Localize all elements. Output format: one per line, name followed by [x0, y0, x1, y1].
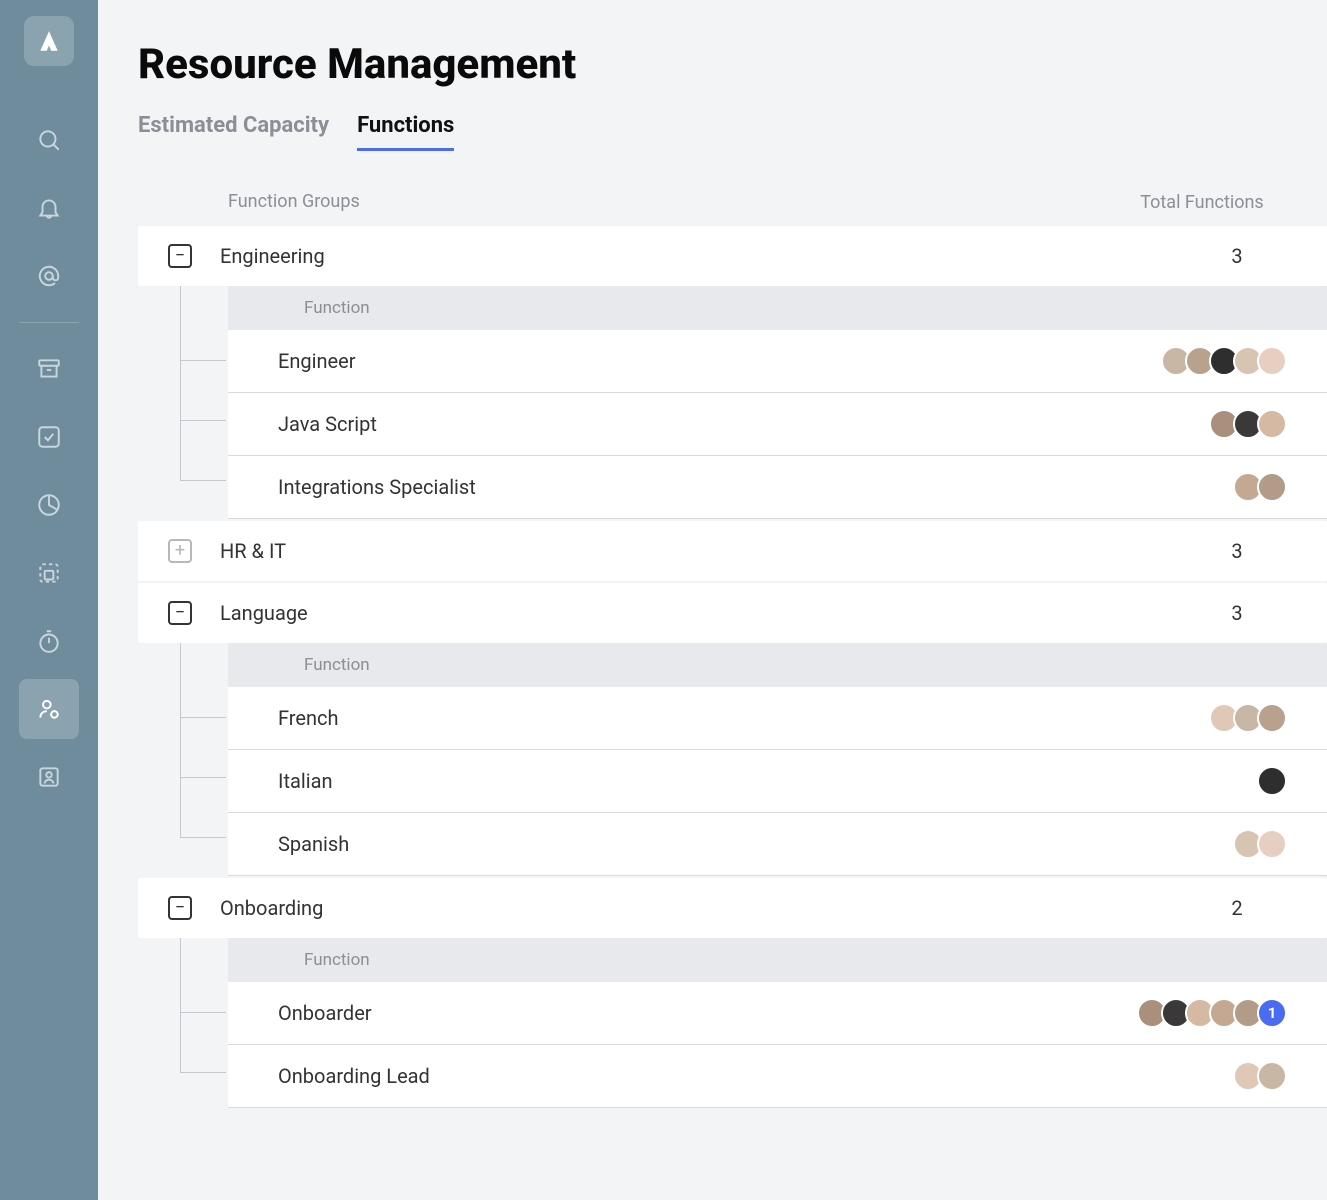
collapse-icon[interactable]: −: [168, 244, 192, 268]
sub-content: Function French Italian Spanish: [228, 643, 1327, 876]
archive-icon[interactable]: [19, 339, 79, 399]
function-name: Onboarder: [278, 1001, 1143, 1025]
function-row[interactable]: Integrations Specialist: [228, 456, 1327, 519]
tab-functions[interactable]: Functions: [357, 113, 454, 151]
tree-lines: [138, 938, 228, 1108]
group-row[interactable]: − Language 3: [138, 583, 1327, 643]
avatar-stack: [1239, 1061, 1287, 1091]
function-row[interactable]: Onboarding Lead: [228, 1045, 1327, 1108]
nav-divider: [19, 322, 79, 323]
avatar-stack: [1263, 766, 1287, 796]
page-title: Resource Management: [138, 40, 1327, 89]
avatar[interactable]: [1257, 409, 1287, 439]
avatar[interactable]: [1257, 1061, 1287, 1091]
sub-header: Function: [228, 938, 1327, 982]
group-name: Onboarding: [220, 896, 1187, 920]
sub-content: Function Onboarder 1 Onboarding Lead: [228, 938, 1327, 1108]
avatar[interactable]: [1257, 766, 1287, 796]
sub-area: Function French Italian Spanish: [138, 643, 1327, 876]
tree-lines: [138, 286, 228, 519]
function-row[interactable]: French: [228, 687, 1327, 750]
main-content: Resource Management Estimated Capacity F…: [98, 0, 1327, 1200]
avatar-stack: [1167, 346, 1287, 376]
tree-lines: [138, 643, 228, 876]
function-name: Italian: [278, 769, 1263, 793]
group-count: 3: [1187, 539, 1287, 563]
sub-area: Function Onboarder 1 Onboarding Lead: [138, 938, 1327, 1108]
table-header: Function Groups Total Functions: [138, 191, 1327, 224]
table-area: Function Groups Total Functions − Engine…: [138, 191, 1327, 1108]
col-header-groups: Function Groups: [228, 191, 1117, 214]
stopwatch-icon[interactable]: [19, 611, 79, 671]
group-row[interactable]: + HR & IT 3: [138, 521, 1327, 581]
group-name: Language: [220, 601, 1187, 625]
avatar-stack: [1215, 703, 1287, 733]
sub-area: Function Engineer Java Script Integratio…: [138, 286, 1327, 519]
function-name: French: [278, 706, 1215, 730]
contact-icon[interactable]: [19, 747, 79, 807]
avatar-stack: [1239, 472, 1287, 502]
group-row[interactable]: − Onboarding 2: [138, 878, 1327, 938]
app-logo[interactable]: [24, 16, 74, 66]
dotted-box-icon[interactable]: [19, 543, 79, 603]
function-name: Onboarding Lead: [278, 1064, 1239, 1088]
group-name: Engineering: [220, 244, 1187, 268]
collapse-icon[interactable]: −: [168, 896, 192, 920]
sub-content: Function Engineer Java Script Integratio…: [228, 286, 1327, 519]
avatar[interactable]: [1257, 472, 1287, 502]
person-gear-icon[interactable]: [19, 679, 79, 739]
col-header-total: Total Functions: [1117, 191, 1287, 214]
avatar-more-badge[interactable]: 1: [1257, 998, 1287, 1028]
function-name: Integrations Specialist: [278, 475, 1239, 499]
avatar-stack: [1215, 409, 1287, 439]
function-row[interactable]: Java Script: [228, 393, 1327, 456]
collapse-icon[interactable]: −: [168, 601, 192, 625]
function-row[interactable]: Onboarder 1: [228, 982, 1327, 1045]
groups-container: − Engineering 3Function Engineer Java Sc…: [138, 226, 1327, 1108]
check-icon[interactable]: [19, 407, 79, 467]
group-count: 3: [1187, 601, 1287, 625]
function-name: Java Script: [278, 412, 1215, 436]
function-name: Engineer: [278, 349, 1167, 373]
function-name: Spanish: [278, 832, 1239, 856]
group-count: 3: [1187, 244, 1287, 268]
sidebar: [0, 0, 98, 1200]
avatar-stack: [1239, 829, 1287, 859]
mention-icon[interactable]: [19, 246, 79, 306]
tabs: Estimated Capacity Functions: [138, 113, 1327, 151]
tab-estimated-capacity[interactable]: Estimated Capacity: [138, 113, 329, 151]
group-name: HR & IT: [220, 539, 1187, 563]
group-count: 2: [1187, 896, 1287, 920]
function-row[interactable]: Spanish: [228, 813, 1327, 876]
sub-header: Function: [228, 643, 1327, 687]
avatar-stack: 1: [1143, 998, 1287, 1028]
avatar[interactable]: [1257, 346, 1287, 376]
bell-icon[interactable]: [19, 178, 79, 238]
avatar[interactable]: [1257, 703, 1287, 733]
avatar[interactable]: [1257, 829, 1287, 859]
pie-chart-icon[interactable]: [19, 475, 79, 535]
search-icon[interactable]: [19, 110, 79, 170]
function-row[interactable]: Engineer: [228, 330, 1327, 393]
sub-header: Function: [228, 286, 1327, 330]
expand-icon[interactable]: +: [168, 539, 192, 563]
group-row[interactable]: − Engineering 3: [138, 226, 1327, 286]
function-row[interactable]: Italian: [228, 750, 1327, 813]
